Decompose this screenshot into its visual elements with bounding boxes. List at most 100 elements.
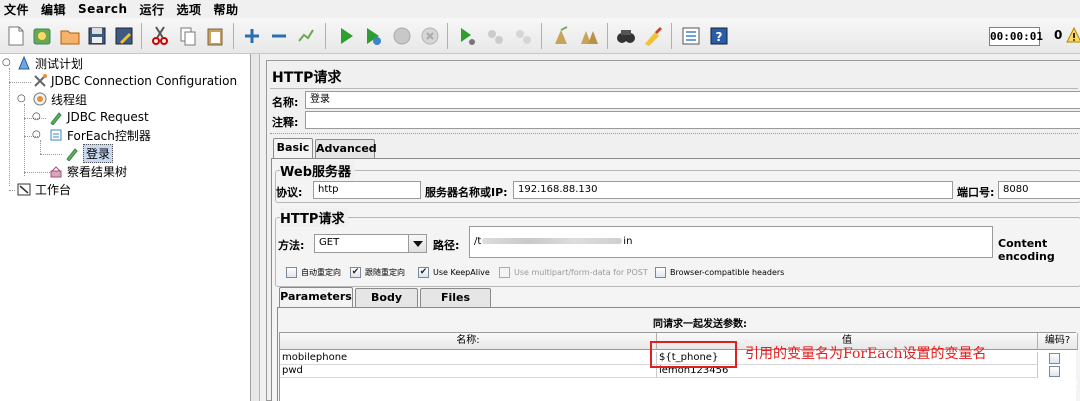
collapse-icon[interactable] xyxy=(267,24,291,48)
protocol-input[interactable]: http xyxy=(313,181,421,199)
tree-item-view-results-tree[interactable]: 察看结果树 xyxy=(48,162,127,180)
tree-toggle-expanded[interactable]: ○ xyxy=(2,57,11,68)
column-header-encode[interactable]: 编码? xyxy=(1038,333,1078,350)
tree-toggle-expanded[interactable]: ○ xyxy=(17,93,26,104)
templates-icon[interactable] xyxy=(30,24,54,48)
name-label: 名称: xyxy=(272,96,299,109)
clear-all-icon[interactable] xyxy=(577,24,601,48)
menubar: 文件 编辑 Search 运行 选项 帮助 xyxy=(0,0,1080,18)
function-helper-icon[interactable] xyxy=(679,24,703,48)
name-input[interactable]: 登录 xyxy=(305,91,1080,109)
tree-item-jdbc-request[interactable]: JDBC Request xyxy=(48,108,149,126)
redirect-auto-option[interactable]: 自动重定向 xyxy=(286,267,341,278)
open-icon[interactable] xyxy=(58,24,82,48)
protocol-label: 协议: xyxy=(276,186,303,199)
test-plan-tree: ○ ○ ○ ○ 测试计划 JDBC Connection Configurati… xyxy=(0,54,251,401)
param-name-cell[interactable]: mobilephone xyxy=(280,352,657,365)
cut-icon[interactable] xyxy=(148,24,172,48)
tree-item-thread-group[interactable]: 线程组 xyxy=(32,90,87,108)
path-label: 路径: xyxy=(433,239,460,252)
column-header-name[interactable]: 名称: xyxy=(280,333,657,350)
paste-icon[interactable] xyxy=(203,24,227,48)
tree-item-foreach-controller[interactable]: ForEach控制器 xyxy=(48,126,151,144)
reset-search-icon[interactable] xyxy=(641,24,665,48)
save-as-icon[interactable] xyxy=(112,24,136,48)
shutdown-icon[interactable] xyxy=(418,24,442,48)
split-divider[interactable] xyxy=(251,54,260,401)
comment-label: 注释: xyxy=(272,116,299,129)
comment-input[interactable] xyxy=(305,111,1080,129)
stop-icon[interactable] xyxy=(390,24,414,48)
path-blur-mask xyxy=(482,238,623,244)
sampler-icon xyxy=(48,109,64,125)
thread-group-icon xyxy=(32,91,48,107)
listener-icon xyxy=(48,163,64,179)
tree-item-label-selected: 登录 xyxy=(83,143,114,163)
toggle-icon[interactable] xyxy=(294,24,318,48)
method-select[interactable]: GET xyxy=(314,234,427,253)
controller-icon xyxy=(48,127,64,143)
path-input[interactable]: /t in xyxy=(469,226,993,258)
menu-help[interactable]: 帮助 xyxy=(214,1,239,18)
panel-frame: HTTP请求 名称: 登录 注释: Basic Advanced Web服务器 … xyxy=(266,60,1080,401)
copy-icon[interactable] xyxy=(176,24,200,48)
port-label: 端口号: xyxy=(957,186,995,199)
path-value-end: in xyxy=(623,236,633,247)
redirect-auto-checkbox[interactable] xyxy=(286,267,297,278)
tree-toggle-collapsed[interactable]: ○ xyxy=(32,111,41,122)
remote-shutdown-icon[interactable] xyxy=(511,24,535,48)
path-value-start: /t xyxy=(474,236,482,247)
remote-start-icon[interactable] xyxy=(455,24,479,48)
content-encoding-label: Content encoding xyxy=(998,237,1055,263)
server-name-input[interactable]: 192.168.88.130 xyxy=(513,181,953,199)
start-icon[interactable] xyxy=(334,24,358,48)
tab-basic[interactable]: Basic xyxy=(273,138,313,158)
warning-icon[interactable] xyxy=(1066,26,1080,43)
menu-run[interactable]: 运行 xyxy=(139,1,164,18)
tree-item-jdbc-connection-config[interactable]: JDBC Connection Configuration xyxy=(32,72,237,90)
param-name-cell[interactable]: pwd xyxy=(280,365,657,378)
annotation-text: 引用的变量名为ForEach设置的变量名 xyxy=(745,346,987,362)
follow-redirects-checkbox[interactable]: ✔ xyxy=(350,267,361,278)
param-encode-checkbox[interactable] xyxy=(1049,353,1060,364)
params-title: 同请求一起发送参数: xyxy=(653,319,747,330)
help-icon[interactable]: ? xyxy=(707,24,731,48)
tree-item-label: ForEach控制器 xyxy=(67,128,151,143)
menu-search[interactable]: Search xyxy=(78,2,127,16)
search-icon[interactable] xyxy=(614,24,638,48)
tree-item-login[interactable]: 登录 xyxy=(64,143,114,163)
menu-options[interactable]: 选项 xyxy=(177,1,202,18)
menu-edit[interactable]: 编辑 xyxy=(41,1,66,18)
tree-toggle-expanded[interactable]: ○ xyxy=(32,129,41,140)
web-server-title: Web服务器 xyxy=(280,161,355,180)
port-input[interactable]: 8080 xyxy=(998,181,1080,199)
tab-body-data[interactable]: Body Data xyxy=(355,288,418,321)
tree-item-label: 测试计划 xyxy=(35,56,84,71)
tree-item-label: 工作台 xyxy=(35,182,72,197)
chevron-down-icon[interactable] xyxy=(408,235,426,252)
param-encode-checkbox[interactable] xyxy=(1049,366,1060,377)
tree-item-label: JDBC Connection Configuration xyxy=(51,74,238,88)
follow-redirects-option[interactable]: ✔ 跟随重定向 xyxy=(350,267,405,278)
tree-item-workbench[interactable]: 工作台 xyxy=(16,180,71,198)
save-icon[interactable] xyxy=(85,24,109,48)
clear-icon[interactable] xyxy=(549,24,573,48)
browser-headers-option[interactable]: Browser-compatible headers xyxy=(655,267,784,278)
expand-icon[interactable] xyxy=(240,24,264,48)
remote-stop-icon[interactable] xyxy=(483,24,507,48)
keepalive-option[interactable]: ✔ Use KeepAlive xyxy=(418,267,490,278)
start-no-pause-icon[interactable] xyxy=(361,24,385,48)
new-icon[interactable] xyxy=(4,24,28,48)
menu-file[interactable]: 文件 xyxy=(4,1,29,18)
test-plan-icon xyxy=(16,55,32,71)
tab-files-upload[interactable]: Files Upload xyxy=(420,288,491,321)
keepalive-checkbox[interactable]: ✔ xyxy=(418,267,429,278)
tab-advanced[interactable]: Advanced xyxy=(315,139,377,158)
tree-item-test-plan[interactable]: 测试计划 xyxy=(16,54,83,72)
browser-headers-checkbox[interactable] xyxy=(655,267,666,278)
tab-parameters[interactable]: Parameters xyxy=(279,287,353,307)
http-request-panel: HTTP请求 名称: 登录 注释: Basic Advanced Web服务器 … xyxy=(260,54,1080,401)
multipart-checkbox xyxy=(499,267,510,278)
watermark: https://blog.csdn.net/wti0712 xyxy=(879,379,1080,394)
annotation-highlight-box xyxy=(650,341,737,368)
